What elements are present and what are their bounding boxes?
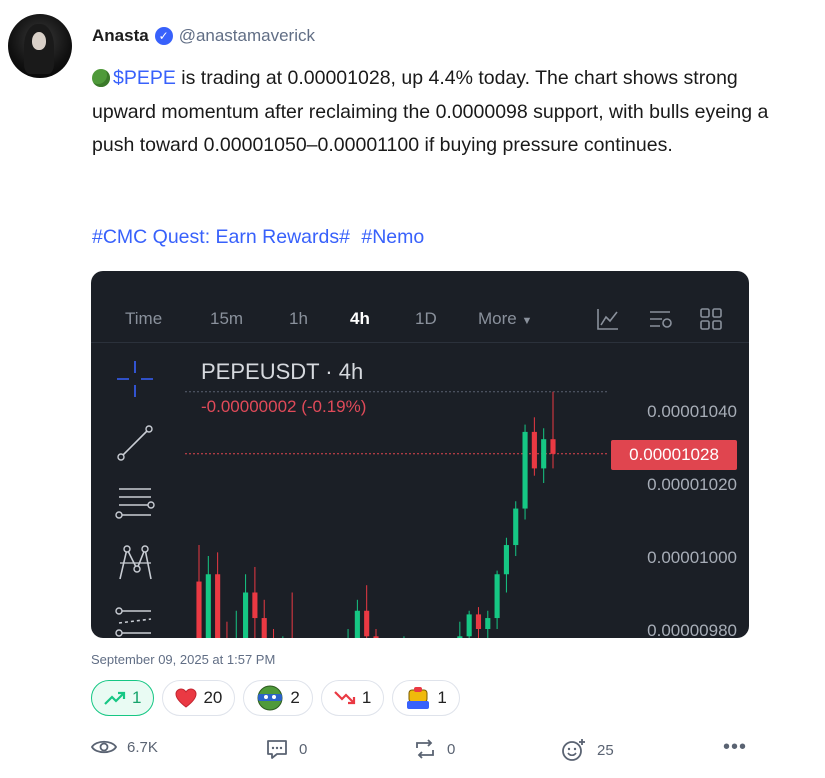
comment-button[interactable]: 0 — [265, 738, 307, 760]
reaction-bullish-button[interactable]: 1 — [91, 680, 155, 716]
post-stats-bar: 6.7K 0 0 25 ••• — [91, 736, 755, 762]
post-header: Anasta ✓ @anastamaverick — [92, 26, 315, 46]
y-tick-label: 0.00001020 — [647, 475, 737, 494]
candle-up — [513, 508, 519, 546]
avatar-face — [32, 32, 46, 50]
views-count: 6.7K — [127, 738, 158, 756]
post-body-text: is trading at 0.00001028, up 4.4% today.… — [92, 67, 769, 156]
reaction-pepe-button[interactable]: 2 — [243, 680, 313, 716]
candle-down — [196, 581, 202, 638]
post-timestamp: September 09, 2025 at 1:57 PM — [91, 652, 276, 667]
repost-button[interactable]: 0 — [413, 738, 455, 760]
candle-down — [475, 614, 482, 629]
trending-down-icon — [334, 691, 355, 705]
eye-icon — [91, 740, 117, 754]
candle-down — [252, 592, 258, 619]
trending-up-icon — [104, 691, 126, 705]
heart-icon — [175, 688, 197, 708]
add-emoji-icon — [562, 739, 585, 761]
reposts-count: 0 — [447, 740, 456, 758]
buidl-icon — [407, 687, 430, 709]
comment-icon — [267, 740, 287, 759]
candle-up — [485, 618, 491, 629]
reaction-count: 1 — [437, 688, 447, 707]
reaction-buidl-button[interactable]: 1 — [392, 680, 460, 716]
add-reaction-button[interactable]: 25 — [561, 738, 614, 762]
reaction-bearish-button[interactable]: 1 — [320, 680, 385, 716]
author-avatar[interactable] — [8, 14, 72, 78]
candle-up — [457, 636, 463, 638]
candle-up — [354, 610, 360, 638]
y-tick-label: 0.00001040 — [647, 402, 737, 421]
candle-up — [522, 431, 528, 509]
views-stat[interactable]: 6.7K — [91, 738, 158, 756]
hashtags: #CMC Quest: Earn Rewards# #Nemo — [92, 226, 430, 249]
reaction-heart-button[interactable]: 20 — [162, 680, 236, 716]
candle-up — [243, 592, 249, 638]
candle-up — [466, 614, 472, 637]
hashtag-link[interactable]: #CMC Quest: Earn Rewards# — [92, 226, 350, 248]
post-body: $PEPE is trading at 0.00001028, up 4.4% … — [92, 62, 792, 163]
repost-icon — [416, 739, 434, 759]
candle-up — [205, 574, 211, 638]
candle-down — [364, 610, 370, 637]
candle-down — [373, 636, 379, 638]
reactions-total: 25 — [597, 741, 614, 759]
hashtag-link[interactable]: #Nemo — [361, 226, 424, 248]
current-price-tag: 0.00001028 — [611, 440, 737, 470]
candle-down — [550, 439, 556, 454]
more-options-icon[interactable]: ••• — [723, 736, 747, 759]
candle-up — [503, 545, 509, 575]
price-chart-widget[interactable]: Time 15m 1h 4h 1D More ▼ PEPEUSDT · 4h -… — [91, 271, 749, 638]
pepe-globe-icon — [257, 685, 283, 711]
reaction-bar: 1 20 2 1 1 — [91, 680, 460, 716]
pepe-coin-icon — [92, 69, 110, 87]
candle-down — [261, 618, 267, 638]
candle-up — [494, 574, 500, 619]
candle-down — [531, 431, 537, 469]
ticker-link[interactable]: $PEPE — [113, 67, 176, 89]
author-handle[interactable]: @anastamaverick — [179, 26, 315, 46]
candle-down — [215, 574, 221, 638]
reaction-count: 1 — [132, 688, 142, 707]
candle-up — [541, 439, 547, 469]
y-tick-label: 0.00000980 — [647, 621, 737, 638]
comments-count: 0 — [299, 740, 308, 758]
reaction-count: 1 — [361, 688, 372, 707]
reaction-count: 2 — [290, 688, 300, 707]
verified-badge-icon: ✓ — [154, 27, 173, 45]
y-tick-label: 0.00001000 — [647, 548, 737, 567]
author-name[interactable]: Anasta — [92, 26, 149, 46]
reaction-count: 20 — [203, 688, 223, 707]
